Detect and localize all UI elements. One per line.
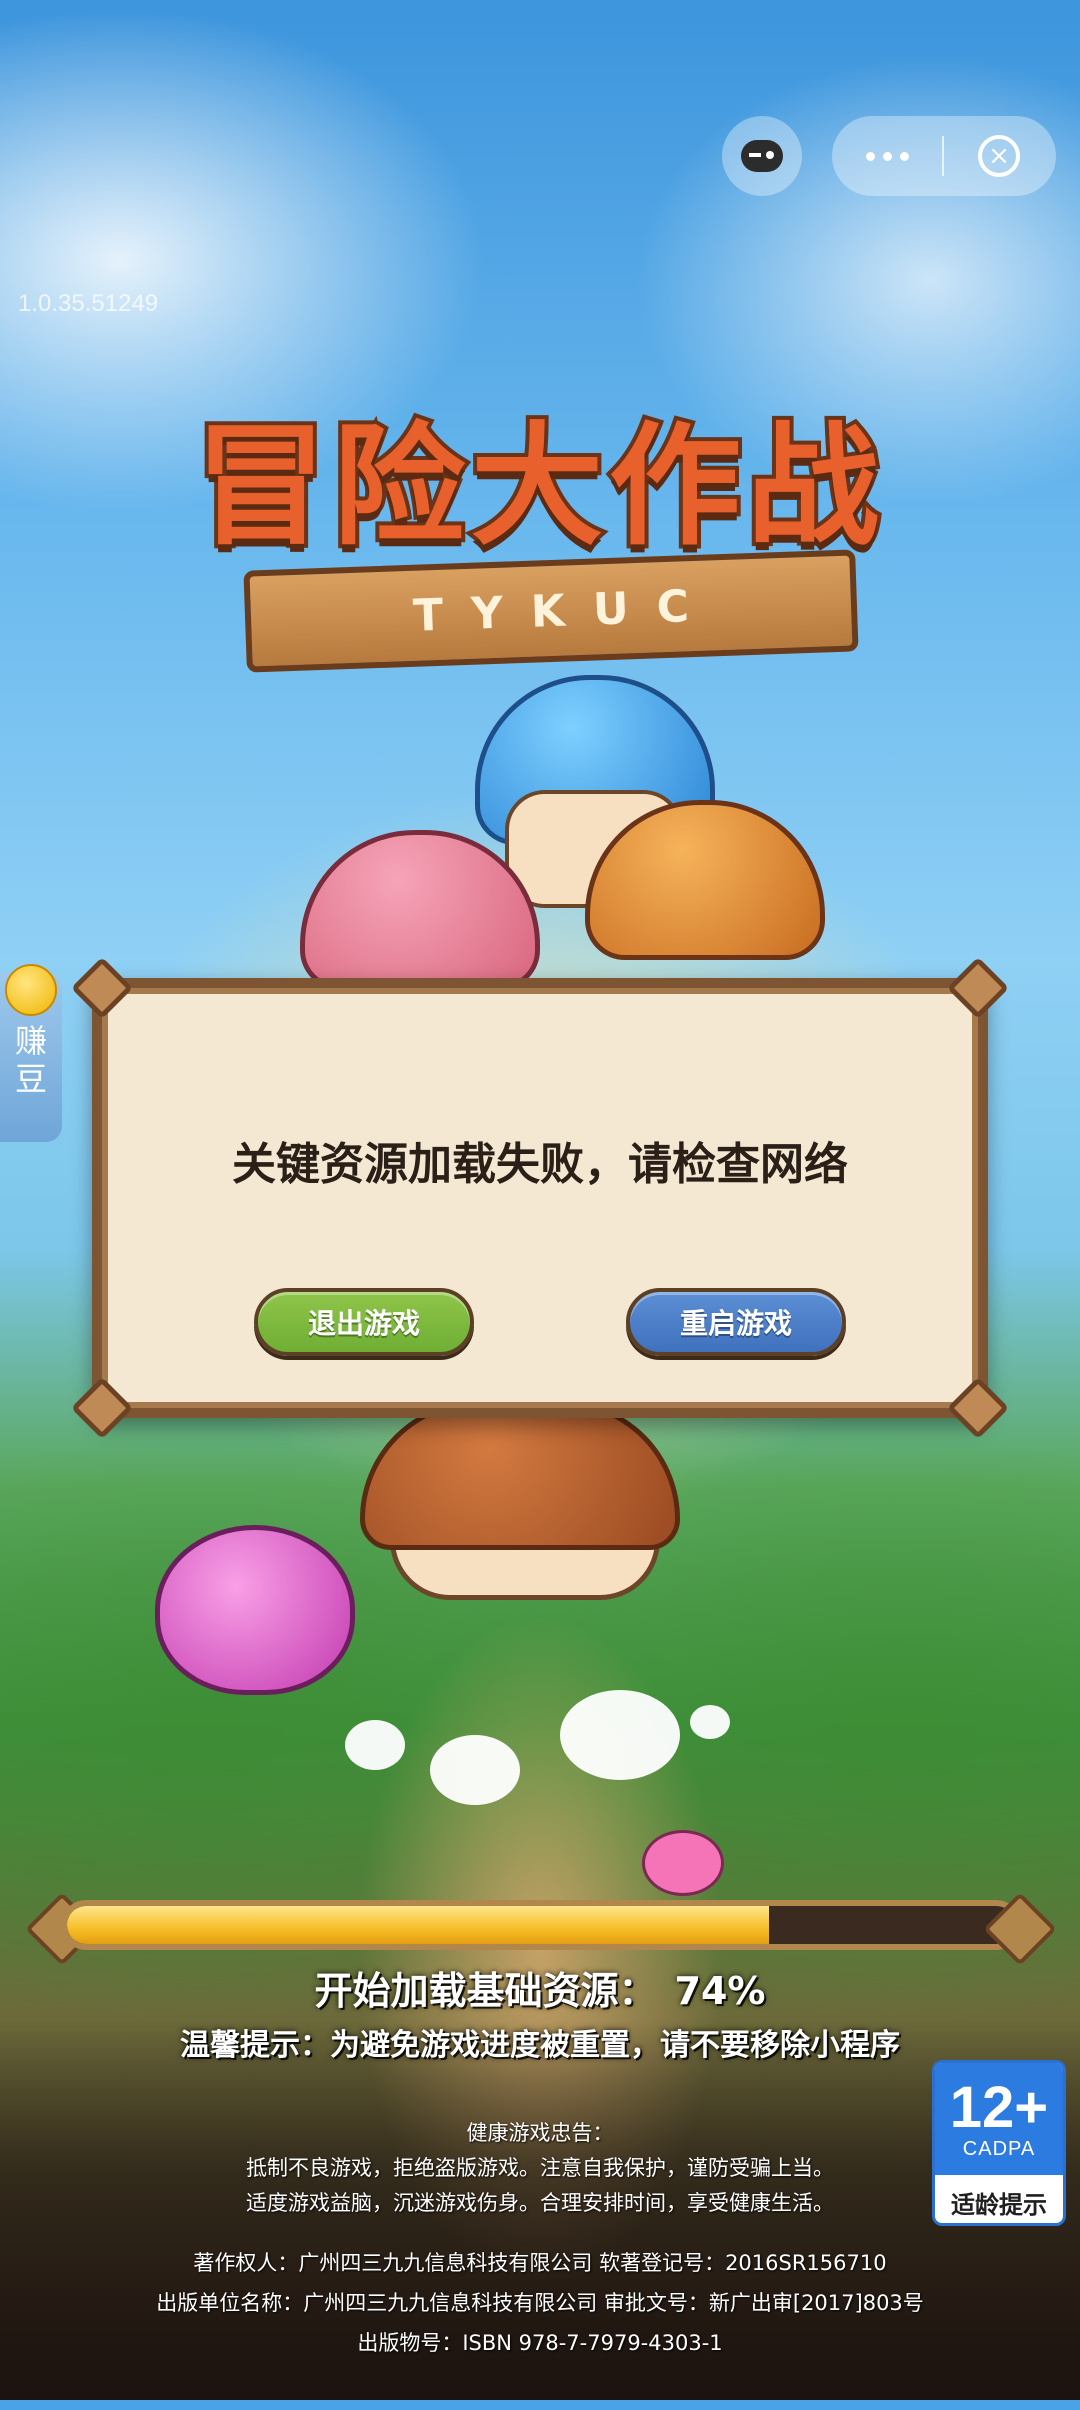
loading-progress [16,1892,1066,1966]
health-notice-title: 健康游戏忠告： [466,2121,614,2145]
more-button[interactable] [832,116,942,196]
age-rating-tip: 适龄提示 [951,2190,1047,2219]
close-circle-icon: × [978,135,1020,177]
warm-tip: 温馨提示：为避免游戏进度被重置，请不要移除小程序 [180,2028,900,2063]
error-dialog: 关键资源加载失败，请检查网络 退出游戏 重启游戏 [70,956,1010,1440]
health-notice-line: 适度游戏益脑，沉迷游戏伤身。合理安排时间，享受健康生活。 [246,2191,834,2215]
loading-status: 开始加载基础资源： 74% [0,1960,1080,2015]
dialog-message: 关键资源加载失败，请检查网络 [232,1139,848,1190]
logo-glyph: T [412,589,444,642]
more-dots-icon [899,151,909,161]
earn-beans-tab[interactable]: 赚豆 [0,964,62,1142]
logo-glyph: K [529,585,566,638]
game-logo-plank: T Y K U C [243,549,859,673]
logo-glyph: Y [470,587,504,640]
isbn-line: 出版物号：ISBN 978-7-7979-4303-1 [357,2331,723,2355]
miniprogram-capsule: × [832,116,1056,196]
copyright-credits: 著作权人：广州四三九九信息科技有限公司 软著登记号：2016SR156710 出… [0,2243,1080,2363]
progress-fill [67,1906,769,1944]
dust-cloud [560,1690,680,1780]
age-rating-top: 12+ CADPA [935,2063,1063,2175]
gamepad-button[interactable] [722,116,802,196]
earn-beans-label: 赚豆 [14,1022,47,1098]
more-dots-icon [882,151,892,161]
restart-game-button[interactable]: 重启游戏 [626,1288,846,1356]
health-notice-line: 抵制不良游戏，拒绝盗版游戏。注意自我保护，谨防受骗上当。 [246,2156,834,2180]
version-label: 1.0.35.51249 [18,290,159,317]
loading-label: 开始加载基础资源： [314,1969,657,2013]
logo-glyph: U [592,582,630,636]
health-notice: 健康游戏忠告： 抵制不良游戏，拒绝盗版游戏。注意自我保护，谨防受骗上当。 适度游… [0,2116,1080,2221]
dust-cloud [690,1705,730,1739]
game-logo-title: 冒险大作战 [191,406,885,568]
exit-game-button[interactable]: 退出游戏 [254,1288,474,1356]
age-rating-value: 12+ [949,2074,1049,2140]
loading-percent: 74% [674,1969,766,2013]
age-rating-org: CADPA [962,2137,1036,2160]
close-button[interactable]: × [944,116,1054,196]
logo-glyph: C [655,580,690,633]
pink-slime-character [155,1525,355,1695]
coin-icon [5,964,57,1016]
publisher-line: 出版单位名称：广州四三九九信息科技有限公司 审批文号：新广出审[2017]803… [156,2291,924,2315]
gamepad-icon [741,140,783,172]
copyright-line: 著作权人：广州四三九九信息科技有限公司 软著登记号：2016SR156710 [193,2251,887,2275]
dust-cloud [430,1735,520,1805]
age-rating-badge[interactable]: 12+ CADPA 适龄提示 [932,2060,1066,2226]
small-pink-slime [642,1830,724,1896]
more-dots-icon [865,151,875,161]
dust-cloud [345,1720,405,1770]
progress-track [61,1900,1021,1950]
